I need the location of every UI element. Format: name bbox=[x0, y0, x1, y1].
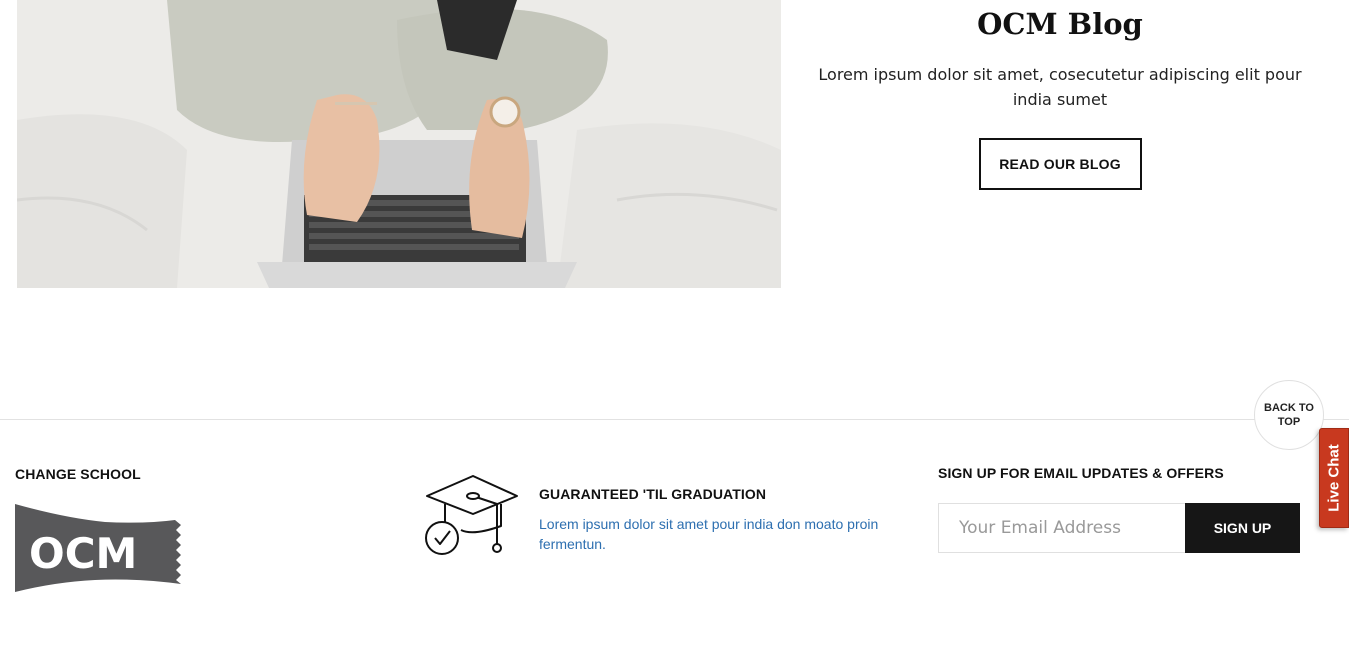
blog-description: Lorem ipsum dolor sit amet, cosecutetur … bbox=[818, 65, 1302, 109]
change-school-section: CHANGE SCHOOL OCM bbox=[15, 466, 181, 594]
blog-title: OCM Blog bbox=[977, 7, 1143, 41]
blog-hero-image bbox=[17, 0, 781, 288]
guarantee-description[interactable]: Lorem ipsum dolor sit amet pour india do… bbox=[539, 514, 899, 554]
back-to-top-button[interactable]: BACK TO TOP bbox=[1254, 380, 1324, 450]
email-field[interactable] bbox=[938, 503, 1185, 553]
ocm-school-logo[interactable]: OCM bbox=[15, 504, 181, 594]
signup-form: SIGN UP bbox=[938, 503, 1300, 553]
email-signup-section: SIGN UP FOR EMAIL UPDATES & OFFERS SIGN … bbox=[938, 465, 1300, 553]
blog-promo: OCM Blog Lorem ipsum dolor sit amet, cos… bbox=[800, 0, 1320, 190]
ocm-logo-text: OCM bbox=[29, 529, 137, 578]
read-blog-button[interactable]: READ OUR BLOG bbox=[978, 138, 1142, 190]
footer-divider bbox=[0, 419, 1349, 420]
signup-heading: SIGN UP FOR EMAIL UPDATES & OFFERS bbox=[938, 465, 1224, 481]
guarantee-heading: GUARANTEED 'TIL GRADUATION bbox=[539, 486, 767, 502]
sign-up-button[interactable]: SIGN UP bbox=[1185, 503, 1300, 553]
back-to-top-label: BACK TO TOP bbox=[1264, 402, 1314, 428]
live-chat-tab[interactable]: Live Chat bbox=[1319, 428, 1349, 528]
graduation-cap-check-icon bbox=[425, 475, 518, 555]
change-school-heading: CHANGE SCHOOL bbox=[15, 466, 141, 482]
live-chat-label: Live Chat bbox=[1325, 444, 1343, 512]
